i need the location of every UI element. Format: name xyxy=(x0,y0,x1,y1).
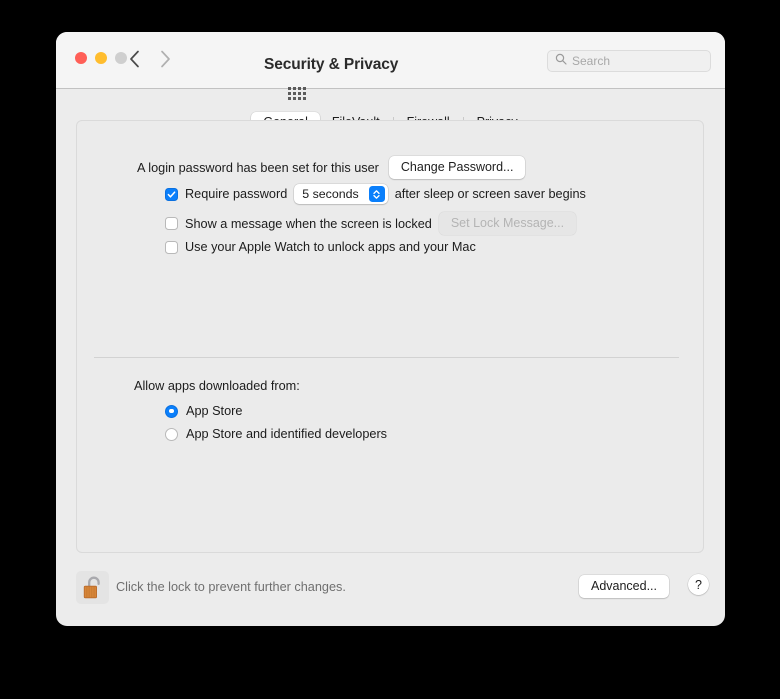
require-password-label: Require password xyxy=(185,187,287,201)
login-password-row: A login password has been set for this u… xyxy=(137,156,525,179)
search-input[interactable] xyxy=(572,54,703,68)
minimize-window-button[interactable] xyxy=(95,52,107,64)
window-bottom-bar: Click the lock to prevent further change… xyxy=(56,558,725,626)
allow-apps-section-label: Allow apps downloaded from: xyxy=(134,379,300,393)
close-window-button[interactable] xyxy=(75,52,87,64)
navigation-arrows xyxy=(124,49,175,69)
allow-apps-option-identified-developers[interactable]: App Store and identified developers xyxy=(165,427,387,441)
window-titlebar: Security & Privacy xyxy=(56,32,725,89)
require-password-row: Require password 5 seconds after sleep o… xyxy=(165,184,586,204)
up-down-chevron-icon xyxy=(369,186,385,202)
unlocked-padlock-icon[interactable] xyxy=(76,571,109,604)
app-store-radio-label: App Store xyxy=(186,404,242,418)
advanced-button[interactable]: Advanced... xyxy=(579,575,669,598)
apple-watch-unlock-label: Use your Apple Watch to unlock apps and … xyxy=(185,240,476,254)
allow-apps-option-app-store[interactable]: App Store xyxy=(165,404,242,418)
page-title: Security & Privacy xyxy=(264,56,398,74)
show-lock-message-label: Show a message when the screen is locked xyxy=(185,217,432,231)
apple-watch-unlock-row: Use your Apple Watch to unlock apps and … xyxy=(165,240,476,254)
section-divider xyxy=(94,357,679,358)
change-password-button[interactable]: Change Password... xyxy=(389,156,526,179)
identified-developers-radio-label: App Store and identified developers xyxy=(186,427,387,441)
require-password-delay-value: 5 seconds xyxy=(302,187,358,201)
show-all-grid-icon[interactable] xyxy=(288,87,310,105)
search-icon xyxy=(555,52,567,70)
traffic-light-buttons xyxy=(75,52,127,64)
set-lock-message-button: Set Lock Message... xyxy=(439,212,576,235)
require-password-suffix-label: after sleep or screen saver begins xyxy=(395,187,586,201)
help-button[interactable]: ? xyxy=(688,574,709,595)
identified-developers-radio[interactable] xyxy=(165,428,178,441)
security-privacy-window: Security & Privacy General FileVault Fir… xyxy=(56,32,725,626)
lock-status-text: Click the lock to prevent further change… xyxy=(116,580,346,594)
general-settings-panel: A login password has been set for this u… xyxy=(76,120,704,553)
show-lock-message-checkbox[interactable] xyxy=(165,217,178,230)
back-chevron-icon[interactable] xyxy=(124,49,144,69)
allow-apps-label: Allow apps downloaded from: xyxy=(134,379,300,393)
search-field[interactable] xyxy=(547,50,711,72)
require-password-checkbox[interactable] xyxy=(165,188,178,201)
login-password-status: A login password has been set for this u… xyxy=(137,161,379,175)
show-lock-message-row: Show a message when the screen is locked… xyxy=(165,212,576,235)
require-password-delay-select[interactable]: 5 seconds xyxy=(294,184,387,204)
app-store-radio[interactable] xyxy=(165,405,178,418)
apple-watch-unlock-checkbox[interactable] xyxy=(165,241,178,254)
forward-chevron-icon[interactable] xyxy=(155,49,175,69)
